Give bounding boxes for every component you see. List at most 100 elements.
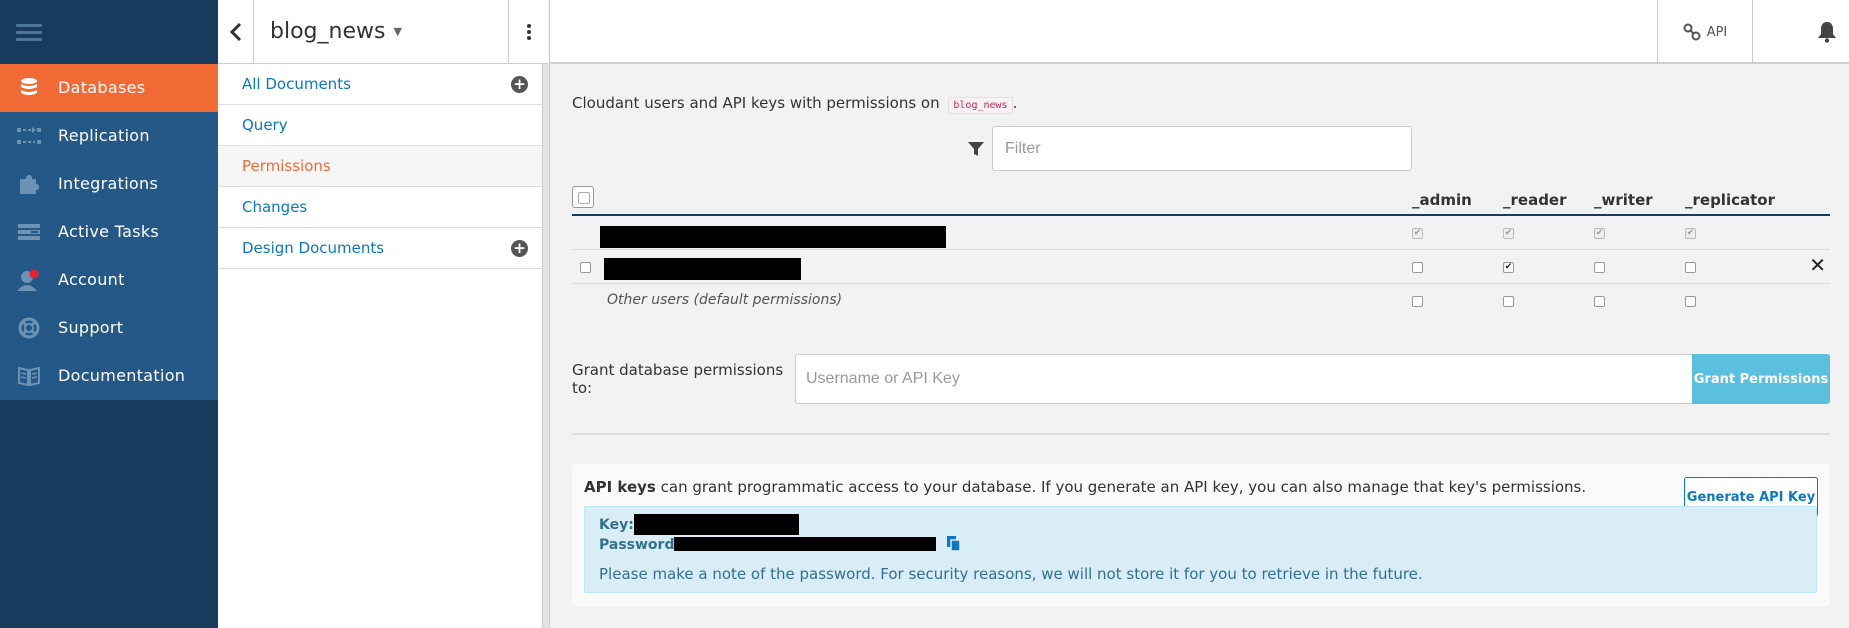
- db-menu-item-all-documents[interactable]: All Documents +: [218, 64, 548, 105]
- redacted-username: [600, 226, 946, 248]
- api-keys-bold: API keys: [584, 478, 656, 496]
- api-keys-text: can grant programmatic access to your da…: [655, 478, 1587, 496]
- database-name: blog_news: [270, 19, 386, 44]
- nav-item-account[interactable]: Account: [0, 256, 218, 304]
- database-header: blog_news ▼: [218, 0, 548, 64]
- api-keys-description: API keys can grant programmatic access t…: [584, 478, 1586, 496]
- db-menu-item-query[interactable]: Query: [218, 105, 548, 146]
- nav-item-databases[interactable]: Databases: [0, 64, 218, 112]
- db-menu-item-label: Query: [242, 116, 288, 134]
- permission-row: ✔ ✔ ✔ ✔: [572, 216, 1830, 250]
- chevron-left-icon: [229, 22, 241, 41]
- database-sidebar: All Documents + Query Permissions Changes Des…: [218, 64, 548, 628]
- other-users-label: Other users (default permissions): [607, 292, 843, 308]
- book-icon: [0, 366, 58, 386]
- nav-item-replication[interactable]: Replication: [0, 112, 218, 160]
- db-menu-item-label: Design Documents: [242, 239, 385, 257]
- db-menu-item-label: All Documents: [242, 75, 351, 93]
- menu-toggle[interactable]: [0, 0, 218, 64]
- database-icon: [0, 77, 58, 99]
- role-checkbox-writer[interactable]: [1594, 296, 1605, 307]
- db-menu-item-label: Changes: [242, 198, 308, 216]
- role-header-replicator: _replicator: [1685, 191, 1775, 209]
- nav-item-label: Replication: [58, 126, 150, 145]
- db-menu-item-design-documents[interactable]: Design Documents +: [218, 228, 548, 269]
- redacted-password-value: [674, 537, 936, 551]
- kebab-menu-icon: [526, 23, 531, 40]
- nav-item-label: Active Tasks: [58, 222, 160, 241]
- link-icon: [1683, 23, 1701, 41]
- password-label: Password:: [599, 537, 681, 553]
- notifications-button[interactable]: [1805, 0, 1849, 64]
- left-nav: Databases Replication Integrations Activ…: [0, 0, 218, 628]
- api-label: API: [1706, 24, 1728, 40]
- filter-group: [968, 126, 1412, 171]
- grant-permissions-button[interactable]: Grant Permissions: [1692, 354, 1830, 404]
- key-label: Key:: [599, 517, 634, 533]
- permission-row: Other users (default permissions): [572, 284, 1830, 318]
- role-checkbox-writer: ✔: [1594, 228, 1605, 239]
- nav-item-label: Documentation: [58, 366, 186, 385]
- caret-down-icon: ▼: [393, 25, 402, 38]
- redacted-key-value: [634, 514, 799, 535]
- nav-item-support[interactable]: Support: [0, 304, 218, 352]
- api-keys-panel: API keys can grant programmatic access t…: [572, 464, 1830, 606]
- nav-item-label: Databases: [58, 78, 146, 97]
- permissions-intro: Cloudant users and API keys with permiss…: [572, 94, 1017, 114]
- nav-item-label: Integrations: [58, 174, 159, 193]
- role-header-reader: _reader: [1503, 191, 1567, 209]
- nav-item-integrations[interactable]: Integrations: [0, 160, 218, 208]
- intro-database-name: blog_news: [948, 97, 1013, 114]
- permission-row: ✔ ✕: [572, 250, 1830, 284]
- db-menu-item-changes[interactable]: Changes: [218, 187, 548, 228]
- nav-item-active-tasks[interactable]: Active Tasks: [0, 208, 218, 256]
- permissions-table: _admin _reader _writer _replicator ✔ ✔ ✔ ✔ ✔ ✕ Ot…: [572, 180, 1830, 318]
- grant-permissions-row: Grant database permissions to: Grant Per…: [572, 354, 1830, 404]
- account-icon: [0, 269, 58, 291]
- permissions-table-header: _admin _reader _writer _replicator: [572, 180, 1830, 216]
- database-options-button[interactable]: [508, 0, 548, 64]
- redacted-username: [604, 258, 801, 280]
- nav-item-label: Support: [58, 318, 124, 337]
- replication-icon: [0, 126, 58, 146]
- hamburger-icon: [16, 20, 42, 45]
- db-menu-item-label: Permissions: [242, 157, 331, 175]
- filter-input[interactable]: [992, 126, 1412, 171]
- intro-text: Cloudant users and API keys with permiss…: [572, 94, 940, 112]
- role-checkbox-replicator[interactable]: [1685, 296, 1696, 307]
- copy-icon[interactable]: [946, 535, 962, 552]
- select-all-checkbox[interactable]: [572, 186, 594, 208]
- nav-item-label: Account: [58, 270, 125, 289]
- grant-username-input[interactable]: [795, 354, 1692, 404]
- role-checkbox-writer[interactable]: [1594, 262, 1605, 273]
- bell-icon: [1818, 22, 1836, 43]
- role-checkbox-replicator[interactable]: [1685, 262, 1696, 273]
- row-select-checkbox[interactable]: [580, 262, 591, 273]
- role-checkbox-admin[interactable]: [1412, 262, 1423, 273]
- grant-label: Grant database permissions to:: [572, 361, 784, 397]
- role-checkbox-reader[interactable]: [1503, 296, 1514, 307]
- password-note: Please make a note of the password. For …: [599, 565, 1423, 583]
- back-button[interactable]: [218, 0, 254, 64]
- role-checkbox-reader[interactable]: ✔: [1503, 262, 1514, 273]
- tasks-icon: [0, 222, 58, 242]
- role-checkbox-admin[interactable]: [1412, 296, 1423, 307]
- filter-icon: [968, 141, 984, 156]
- add-icon[interactable]: +: [511, 239, 528, 257]
- lifebuoy-icon: [0, 317, 58, 339]
- db-menu-item-permissions[interactable]: Permissions: [218, 146, 548, 187]
- section-divider: [572, 433, 1830, 435]
- api-button[interactable]: API: [1657, 0, 1753, 64]
- top-bar: API: [549, 0, 1849, 64]
- sidebar-splitter[interactable]: [542, 64, 550, 628]
- role-header-writer: _writer: [1594, 191, 1653, 209]
- nav-item-documentation[interactable]: Documentation: [0, 352, 218, 400]
- puzzle-icon: [0, 173, 58, 195]
- role-checkbox-admin: ✔: [1412, 228, 1423, 239]
- role-checkbox-replicator: ✔: [1685, 228, 1696, 239]
- add-icon[interactable]: +: [511, 75, 528, 93]
- database-selector[interactable]: blog_news ▼: [254, 19, 508, 44]
- remove-user-icon[interactable]: ✕: [1809, 255, 1826, 275]
- role-header-admin: _admin: [1412, 191, 1472, 209]
- generated-key-box: Key: Password: Please make a note of the…: [584, 506, 1817, 593]
